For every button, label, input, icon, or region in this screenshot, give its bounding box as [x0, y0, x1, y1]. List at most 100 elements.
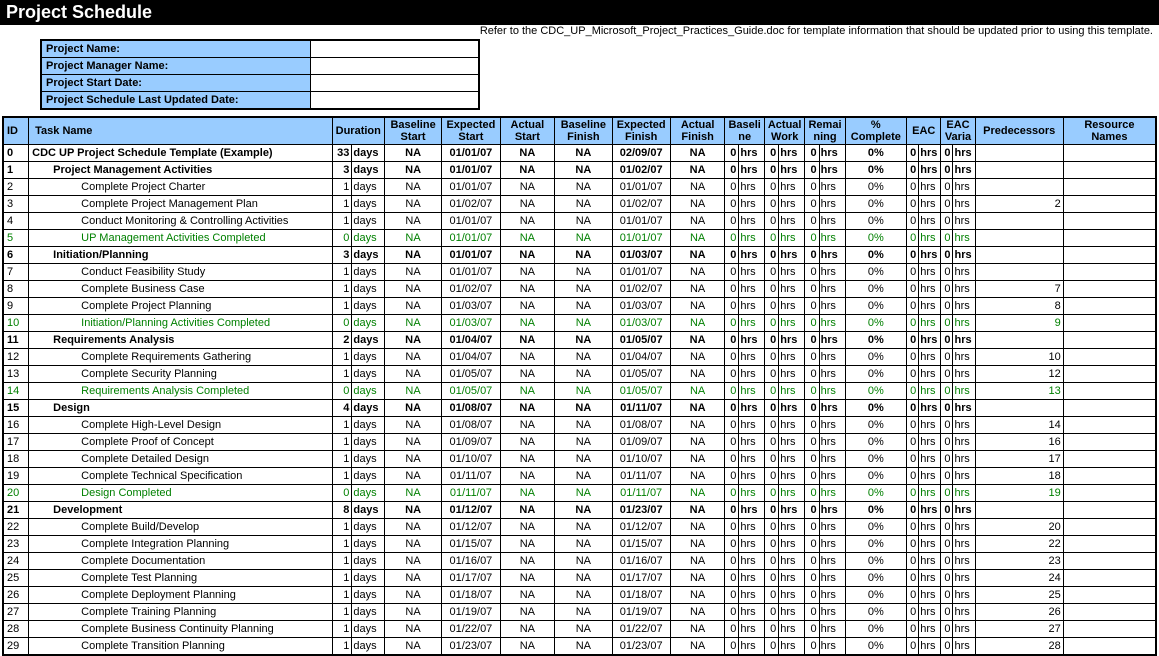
hdr-pct: % Complete: [845, 117, 907, 145]
cell-bstart: NA: [384, 536, 441, 553]
cell-dur-n: 1: [332, 587, 352, 604]
cell-dur-n: 1: [332, 417, 352, 434]
cell-eacv-n: 0: [941, 485, 953, 502]
cell-pct: 0%: [845, 400, 907, 417]
cell-aw-n: 0: [764, 536, 778, 553]
cell-bstart: NA: [384, 502, 441, 519]
cell-aw-n: 0: [764, 400, 778, 417]
cell-dur-n: 1: [332, 298, 352, 315]
cell-estart: 01/19/07: [442, 604, 500, 621]
cell-base-n: 0: [725, 247, 739, 264]
cell-task: Complete Proof of Concept: [29, 434, 332, 451]
cell-pct: 0%: [845, 485, 907, 502]
meta-value[interactable]: [311, 92, 480, 110]
cell-eac-n: 0: [907, 468, 919, 485]
cell-pred: [975, 230, 1063, 247]
cell-dur-n: 1: [332, 349, 352, 366]
cell-aw-u: hrs: [779, 145, 805, 162]
cell-aw-n: 0: [764, 264, 778, 281]
cell-eac-u: hrs: [919, 196, 941, 213]
cell-res: [1063, 468, 1156, 485]
cell-task: Complete Project Charter: [29, 179, 332, 196]
cell-pct: 0%: [845, 383, 907, 400]
cell-estart: 01/01/07: [442, 247, 500, 264]
meta-row: Project Start Date:: [41, 75, 479, 92]
cell-astart: NA: [500, 400, 555, 417]
table-row: 2Complete Project Charter1daysNA01/01/07…: [3, 179, 1156, 196]
cell-bfinish: NA: [555, 400, 612, 417]
cell-eac-n: 0: [907, 434, 919, 451]
cell-bstart: NA: [384, 332, 441, 349]
meta-value[interactable]: [311, 40, 480, 58]
cell-res: [1063, 621, 1156, 638]
cell-estart: 01/12/07: [442, 502, 500, 519]
cell-aw-n: 0: [764, 468, 778, 485]
cell-bstart: NA: [384, 553, 441, 570]
cell-bfinish: NA: [555, 264, 612, 281]
cell-eac-u: hrs: [919, 298, 941, 315]
table-row: 19Complete Technical Specification1daysN…: [3, 468, 1156, 485]
cell-task: Complete High-Level Design: [29, 417, 332, 434]
cell-eacv-n: 0: [941, 230, 953, 247]
cell-pred: [975, 264, 1063, 281]
cell-aw-n: 0: [764, 502, 778, 519]
cell-bfinish: NA: [555, 349, 612, 366]
cell-eacv-u: hrs: [953, 400, 975, 417]
cell-eac-n: 0: [907, 196, 919, 213]
cell-dur-u: days: [352, 519, 385, 536]
cell-res: [1063, 451, 1156, 468]
cell-eacv-u: hrs: [953, 638, 975, 656]
cell-rem-u: hrs: [819, 638, 845, 656]
cell-eacv-u: hrs: [953, 247, 975, 264]
cell-res: [1063, 298, 1156, 315]
cell-eac-n: 0: [907, 230, 919, 247]
cell-astart: NA: [500, 179, 555, 196]
cell-rem-n: 0: [805, 451, 819, 468]
cell-bfinish: NA: [555, 179, 612, 196]
cell-eacv-u: hrs: [953, 383, 975, 400]
cell-afinish: NA: [670, 417, 725, 434]
cell-afinish: NA: [670, 230, 725, 247]
hdr-eac: EAC: [907, 117, 941, 145]
meta-row: Project Schedule Last Updated Date:: [41, 92, 479, 110]
cell-eacv-u: hrs: [953, 145, 975, 162]
cell-rem-n: 0: [805, 196, 819, 213]
cell-res: [1063, 349, 1156, 366]
cell-res: [1063, 213, 1156, 230]
cell-res: [1063, 264, 1156, 281]
meta-value[interactable]: [311, 58, 480, 75]
cell-task: Design: [29, 400, 332, 417]
cell-pred: 12: [975, 366, 1063, 383]
cell-bstart: NA: [384, 366, 441, 383]
cell-res: [1063, 162, 1156, 179]
cell-task: Development: [29, 502, 332, 519]
meta-value[interactable]: [311, 75, 480, 92]
cell-eac-u: hrs: [919, 570, 941, 587]
cell-bfinish: NA: [555, 247, 612, 264]
cell-task: Conduct Feasibility Study: [29, 264, 332, 281]
cell-dur-n: 33: [332, 145, 352, 162]
table-row: 18Complete Detailed Design1daysNA01/10/0…: [3, 451, 1156, 468]
cell-bstart: NA: [384, 145, 441, 162]
cell-dur-u: days: [352, 230, 385, 247]
cell-pred: [975, 213, 1063, 230]
cell-task: Project Management Activities: [29, 162, 332, 179]
cell-eac-u: hrs: [919, 587, 941, 604]
cell-eac-u: hrs: [919, 400, 941, 417]
cell-eacv-u: hrs: [953, 298, 975, 315]
cell-base-n: 0: [725, 604, 739, 621]
cell-bstart: NA: [384, 570, 441, 587]
cell-estart: 01/01/07: [442, 179, 500, 196]
cell-afinish: NA: [670, 349, 725, 366]
cell-pct: 0%: [845, 332, 907, 349]
cell-base-n: 0: [725, 519, 739, 536]
meta-row: Project Name:: [41, 40, 479, 58]
cell-dur-u: days: [352, 315, 385, 332]
cell-eac-n: 0: [907, 179, 919, 196]
cell-astart: NA: [500, 638, 555, 656]
cell-efinish: 01/03/07: [612, 247, 670, 264]
cell-pct: 0%: [845, 298, 907, 315]
cell-rem-u: hrs: [819, 281, 845, 298]
cell-efinish: 01/02/07: [612, 281, 670, 298]
cell-aw-u: hrs: [779, 417, 805, 434]
